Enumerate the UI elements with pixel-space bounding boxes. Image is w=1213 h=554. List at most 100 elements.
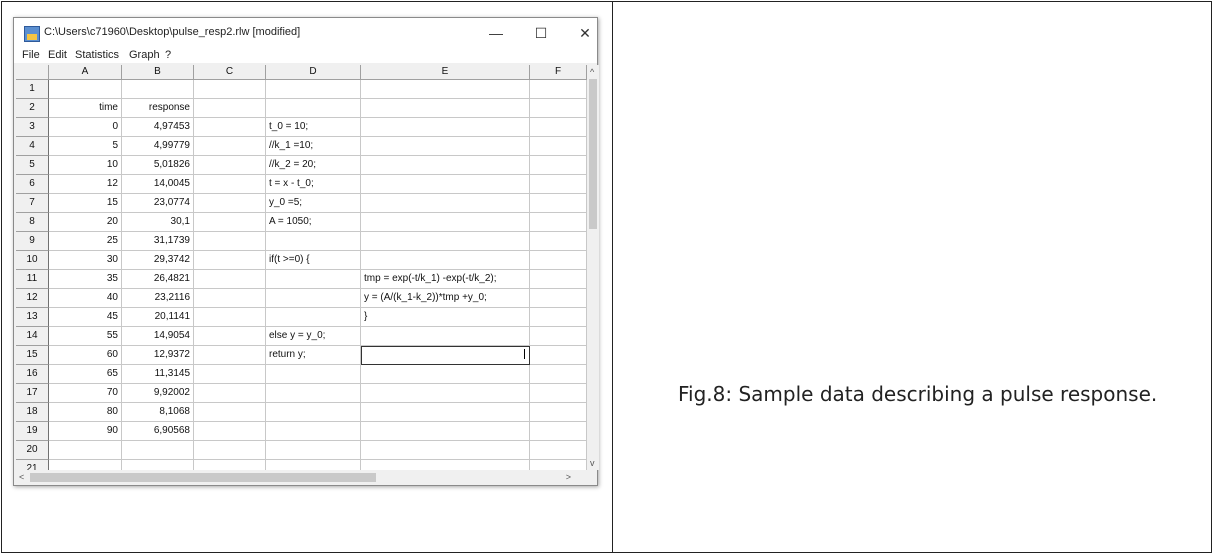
cell-c[interactable] — [194, 327, 266, 346]
cell-b[interactable]: 4,97453 — [122, 118, 194, 137]
cell-e[interactable]: tmp = exp(-t/k_1) -exp(-t/k_2); — [361, 270, 530, 289]
cell-b[interactable] — [122, 460, 194, 470]
cell-f[interactable] — [530, 213, 587, 232]
cell-f[interactable] — [530, 327, 587, 346]
cell-a[interactable]: 80 — [49, 403, 122, 422]
cell-d[interactable]: if(t >=0) { — [266, 251, 361, 270]
column-header-e[interactable]: E — [361, 65, 530, 80]
active-cell-e15[interactable] — [361, 346, 530, 365]
scroll-up-arrow[interactable]: ^ — [590, 67, 594, 77]
cell-d[interactable] — [266, 80, 361, 99]
row-header[interactable]: 7 — [16, 194, 49, 213]
row-header[interactable]: 9 — [16, 232, 49, 251]
cell-b[interactable]: 5,01826 — [122, 156, 194, 175]
cell-e[interactable] — [361, 156, 530, 175]
row-header[interactable]: 10 — [16, 251, 49, 270]
cell-d[interactable]: return y; — [266, 346, 361, 365]
maximize-button[interactable]: ☐ — [526, 22, 556, 44]
row-header[interactable]: 21 — [16, 460, 49, 470]
cell-e[interactable] — [361, 327, 530, 346]
row-header[interactable]: 15 — [16, 346, 49, 365]
row-header[interactable]: 19 — [16, 422, 49, 441]
cell-a[interactable]: 10 — [49, 156, 122, 175]
cell-a[interactable]: 55 — [49, 327, 122, 346]
cell-f[interactable] — [530, 232, 587, 251]
scroll-down-arrow[interactable]: v — [590, 458, 595, 468]
minimize-button[interactable]: — — [481, 22, 511, 44]
cell-f[interactable] — [530, 460, 587, 470]
row-header[interactable]: 4 — [16, 137, 49, 156]
cell-c[interactable] — [194, 251, 266, 270]
cell-d[interactable] — [266, 365, 361, 384]
cell-d[interactable] — [266, 460, 361, 470]
cell-a[interactable]: time — [49, 99, 122, 118]
cell-c[interactable] — [194, 403, 266, 422]
cell-e[interactable] — [361, 403, 530, 422]
cell-d[interactable] — [266, 232, 361, 251]
cell-f[interactable] — [530, 156, 587, 175]
cell-b[interactable]: 8,1068 — [122, 403, 194, 422]
cell-b[interactable]: 12,9372 — [122, 346, 194, 365]
cell-a[interactable]: 0 — [49, 118, 122, 137]
cell-b[interactable]: 30,1 — [122, 213, 194, 232]
cell-b[interactable]: 4,99779 — [122, 137, 194, 156]
cell-f[interactable] — [530, 422, 587, 441]
menu-help[interactable]: ? — [165, 49, 171, 61]
vertical-scroll-thumb[interactable] — [589, 79, 597, 229]
menu-graph[interactable]: Graph — [129, 49, 160, 61]
cell-f[interactable] — [530, 137, 587, 156]
cell-b[interactable]: 14,9054 — [122, 327, 194, 346]
cell-e[interactable] — [361, 460, 530, 470]
cell-c[interactable] — [194, 441, 266, 460]
cell-c[interactable] — [194, 384, 266, 403]
column-header-f[interactable]: F — [530, 65, 587, 80]
cell-e[interactable] — [361, 175, 530, 194]
cell-c[interactable] — [194, 422, 266, 441]
cell-c[interactable] — [194, 346, 266, 365]
cell-e[interactable]: y = (A/(k_1-k_2))*tmp +y_0; — [361, 289, 530, 308]
cell-e[interactable] — [361, 251, 530, 270]
cell-d[interactable] — [266, 289, 361, 308]
column-header-a[interactable]: A — [49, 65, 122, 80]
cell-e[interactable] — [361, 422, 530, 441]
row-header[interactable]: 11 — [16, 270, 49, 289]
cell-e[interactable] — [361, 232, 530, 251]
cell-c[interactable] — [194, 99, 266, 118]
row-header[interactable]: 16 — [16, 365, 49, 384]
row-header[interactable]: 17 — [16, 384, 49, 403]
cell-b[interactable]: 29,3742 — [122, 251, 194, 270]
row-header[interactable]: 18 — [16, 403, 49, 422]
spreadsheet-grid[interactable]: A B C D E F 1 2 time response 3 0 4,97453 t_0 = 10; 4 5… — [16, 65, 587, 470]
cell-e[interactable] — [361, 118, 530, 137]
cell-a[interactable]: 20 — [49, 213, 122, 232]
menu-statistics[interactable]: Statistics — [75, 49, 119, 61]
cell-d[interactable] — [266, 99, 361, 118]
close-button[interactable]: ✕ — [570, 22, 600, 44]
cell-d[interactable]: //k_2 = 20; — [266, 156, 361, 175]
cell-a[interactable]: 30 — [49, 251, 122, 270]
cell-e[interactable]: } — [361, 308, 530, 327]
row-header[interactable]: 1 — [16, 80, 49, 99]
cell-f[interactable] — [530, 194, 587, 213]
cell-f[interactable] — [530, 80, 587, 99]
cell-e[interactable] — [361, 441, 530, 460]
cell-d[interactable] — [266, 403, 361, 422]
cell-f[interactable] — [530, 270, 587, 289]
cell-d[interactable]: t_0 = 10; — [266, 118, 361, 137]
menu-file[interactable]: File — [22, 49, 40, 61]
row-header[interactable]: 14 — [16, 327, 49, 346]
cell-b[interactable]: 26,4821 — [122, 270, 194, 289]
scroll-right-arrow[interactable]: > — [566, 472, 571, 482]
row-header[interactable]: 5 — [16, 156, 49, 175]
grid-corner[interactable] — [16, 65, 49, 80]
cell-e[interactable] — [361, 137, 530, 156]
cell-b[interactable]: response — [122, 99, 194, 118]
cell-a[interactable] — [49, 80, 122, 99]
cell-f[interactable] — [530, 308, 587, 327]
resize-grip[interactable] — [588, 473, 596, 481]
horizontal-scrollbar[interactable]: < > — [16, 470, 587, 485]
cell-a[interactable]: 15 — [49, 194, 122, 213]
cell-a[interactable] — [49, 460, 122, 470]
row-header[interactable]: 2 — [16, 99, 49, 118]
scroll-left-arrow[interactable]: < — [19, 472, 24, 482]
